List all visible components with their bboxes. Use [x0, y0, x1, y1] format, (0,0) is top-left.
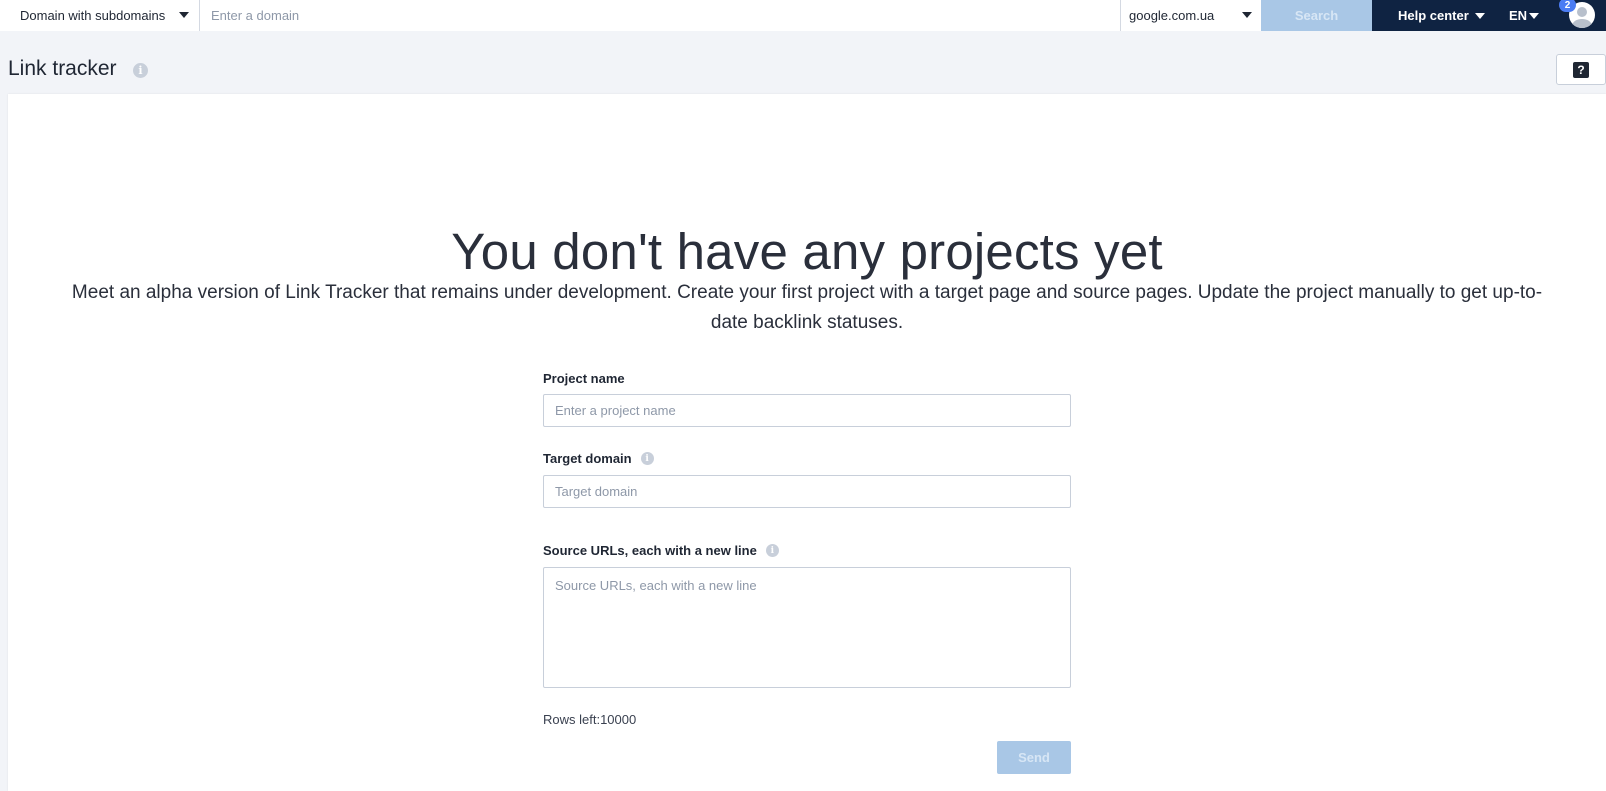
avatar-shoulders-shape — [1572, 19, 1592, 28]
language-menu[interactable]: EN — [1509, 0, 1540, 31]
notification-badge[interactable]: 2 — [1559, 0, 1576, 12]
chevron-down-icon — [1529, 12, 1540, 19]
target-domain-input[interactable] — [543, 475, 1071, 508]
avatar-head-shape — [1577, 7, 1587, 17]
info-icon[interactable]: i — [640, 452, 654, 465]
main-content-card: You don't have any projects yet Meet an … — [8, 94, 1606, 791]
database-label: google.com.ua — [1129, 8, 1215, 23]
chevron-down-icon — [1242, 12, 1252, 18]
top-navigation-bar: Domain with subdomains google.com.ua Sea… — [0, 0, 1606, 31]
help-center-label: Help center — [1398, 8, 1469, 23]
help-center-menu[interactable]: Help center — [1398, 0, 1485, 31]
source-urls-label: Source URLs, each with a new line i — [543, 543, 779, 558]
target-domain-label: Target domain i — [543, 451, 654, 466]
chevron-down-icon — [1474, 12, 1485, 19]
search-scope-label: Domain with subdomains — [20, 8, 166, 23]
page-header: Link tracker i ? — [0, 41, 1606, 94]
source-urls-label-text: Source URLs, each with a new line — [543, 543, 757, 558]
database-select[interactable]: google.com.ua — [1120, 0, 1261, 31]
project-name-label-text: Project name — [543, 371, 625, 386]
info-icon[interactable]: i — [133, 63, 148, 78]
search-button[interactable]: Search — [1261, 0, 1372, 31]
create-project-form: Project name Target domain i Source URLs… — [543, 94, 1071, 791]
project-name-label: Project name — [543, 371, 625, 386]
send-button[interactable]: Send — [997, 741, 1071, 774]
language-label: EN — [1509, 8, 1528, 23]
help-button[interactable]: ? — [1556, 54, 1606, 85]
help-icon: ? — [1573, 61, 1589, 78]
project-name-input[interactable] — [543, 394, 1071, 427]
page-title: Link tracker — [8, 57, 117, 80]
target-domain-label-text: Target domain — [543, 451, 632, 466]
domain-search-input[interactable] — [200, 0, 1120, 31]
rows-left-counter: Rows left:10000 — [543, 712, 637, 727]
info-icon[interactable]: i — [765, 544, 779, 557]
chevron-down-icon — [179, 12, 189, 18]
source-urls-textarea[interactable] — [543, 567, 1071, 688]
search-scope-select[interactable]: Domain with subdomains — [0, 0, 200, 31]
